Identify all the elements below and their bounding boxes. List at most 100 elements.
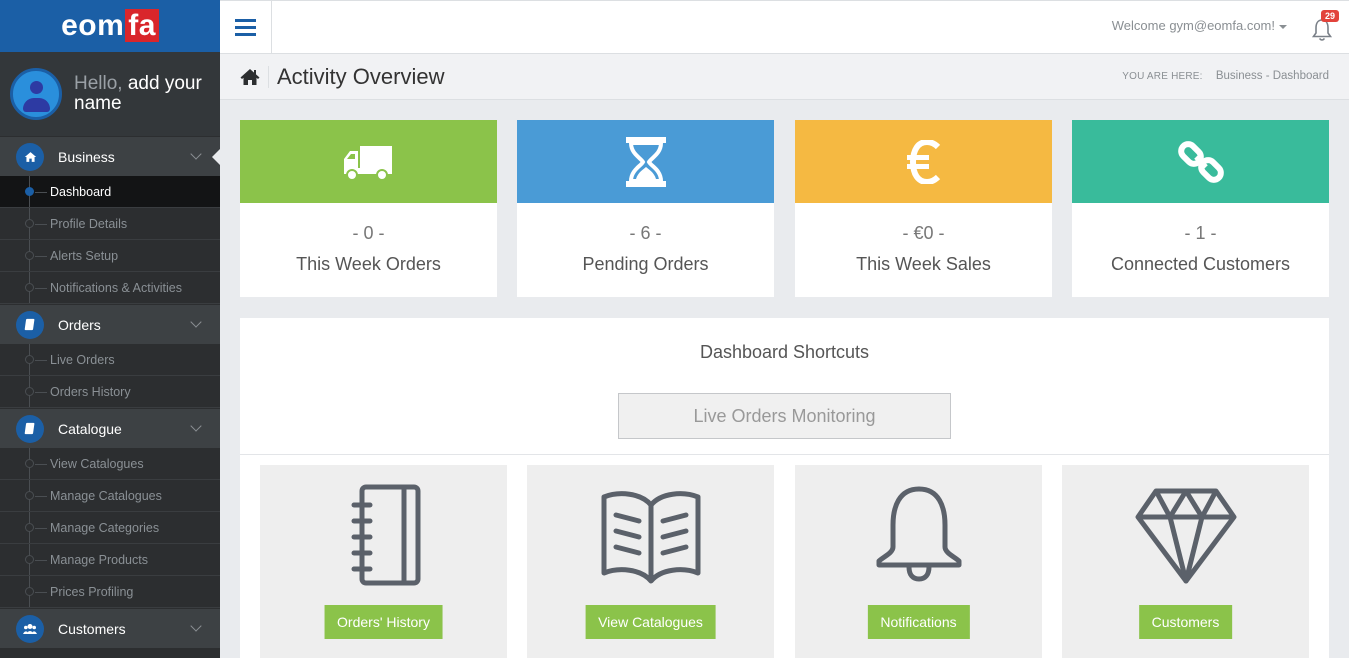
chevron-down-icon — [190, 316, 202, 328]
menu-toggle-button[interactable] — [220, 1, 272, 54]
stat-card-week-orders[interactable]: - 0 - This Week Orders — [240, 120, 497, 297]
stat-card-week-sales[interactable]: - €0 - This Week Sales — [795, 120, 1052, 297]
sidebar-item-alerts-setup[interactable]: Alerts Setup — [0, 240, 220, 272]
euro-icon — [906, 139, 940, 184]
sidebar-section-customers[interactable]: Customers — [0, 608, 220, 648]
shortcut-card-orders-history[interactable]: Orders' History — [260, 465, 507, 658]
sidebar-item-orders-history[interactable]: Orders History — [0, 376, 220, 408]
home-icon — [16, 142, 44, 171]
live-orders-monitoring-button[interactable]: Live Orders Monitoring — [618, 393, 951, 439]
stat-card-header — [517, 120, 774, 203]
stat-card-connected-customers[interactable]: - 1 - Connected Customers — [1072, 120, 1329, 297]
sidebar-item-label: Dashboard — [50, 184, 112, 199]
logo-text-left: eom — [61, 9, 125, 42]
truck-icon — [343, 145, 392, 181]
stat-label: Pending Orders — [582, 254, 709, 274]
shortcut-card-notifications[interactable]: Notifications — [795, 465, 1042, 658]
shortcut-card-view-catalogues[interactable]: View Catalogues — [527, 465, 774, 658]
sidebar-item-label: Alerts Setup — [50, 248, 119, 263]
sidebar-item-label: Manage Products — [50, 552, 148, 567]
notification-count-badge: 29 — [1321, 10, 1340, 22]
sidebar-item-live-orders[interactable]: Live Orders — [0, 344, 220, 376]
stat-value: - €0 - — [902, 223, 945, 243]
link-icon — [1177, 140, 1224, 183]
welcome-text: Welcome gym@eomfa.com! — [1111, 18, 1275, 33]
sidebar-item-view-catalogues[interactable]: View Catalogues — [0, 448, 220, 480]
sidebar-item-label: Manage Categories — [50, 520, 160, 535]
chevron-down-icon — [190, 148, 202, 160]
stat-label: This Week Sales — [856, 254, 991, 274]
stat-card-header — [240, 120, 497, 203]
sidebar-section-label: Catalogue — [58, 420, 122, 437]
shortcut-card-customers[interactable]: Customers — [1062, 465, 1309, 658]
page-title: Activity Overview — [277, 64, 445, 89]
diamond-icon — [1135, 488, 1236, 584]
sidebar-item-notifications-activities[interactable]: Notifications & Activities — [0, 272, 220, 304]
breadcrumb-prefix: YOU ARE HERE: — [1122, 71, 1203, 82]
logo[interactable]: eom fa — [61, 9, 159, 43]
breadcrumb-path[interactable]: Business - Dashboard — [1216, 70, 1329, 82]
orders-history-button[interactable]: Orders' History — [324, 605, 443, 639]
stat-value: - 1 - — [1184, 223, 1217, 243]
divider — [240, 454, 1329, 455]
stat-card-header — [795, 120, 1052, 203]
user-menu-dropdown[interactable]: Welcome gym@eomfa.com! — [1112, 18, 1287, 33]
active-pointer — [212, 149, 220, 165]
sidebar-item-label: Manage Catalogues — [50, 488, 162, 503]
avatar[interactable] — [10, 68, 62, 120]
sidebar-item-manage-products[interactable]: Manage Products — [0, 544, 220, 576]
page-header: Activity Overview YOU ARE HERE: Business… — [220, 54, 1349, 100]
sidebar-section-catalogue[interactable]: Catalogue — [0, 408, 220, 448]
users-icon — [16, 614, 44, 643]
profile-greeting: Hello, add your name — [74, 74, 202, 114]
customers-button[interactable]: Customers — [1138, 605, 1233, 639]
sidebar: eom fa Hello, add your name Business Dash… — [0, 0, 220, 658]
chevron-down-icon — [190, 620, 202, 632]
open-book-icon — [601, 491, 700, 584]
sidebar-item-label: Prices Profiling — [50, 584, 134, 599]
logo-text-right: fa — [125, 9, 159, 42]
notifications-button[interactable]: 29 — [1311, 10, 1340, 41]
sidebar-item-label: Profile Details — [50, 216, 128, 231]
greeting-name-2: name — [74, 93, 122, 114]
sidebar-section-label: Customers — [58, 620, 126, 637]
sidebar-section-business[interactable]: Business — [0, 136, 220, 176]
caret-down-icon — [1279, 24, 1287, 29]
sidebar-item-manage-catalogues[interactable]: Manage Catalogues — [0, 480, 220, 512]
book-icon — [16, 310, 44, 339]
book-icon — [16, 414, 44, 443]
bell-icon — [876, 486, 961, 582]
topbar: Welcome gym@eomfa.com! 29 — [220, 0, 1349, 54]
greeting-name-1: add your — [127, 73, 202, 94]
sidebar-section-label: Orders — [58, 316, 101, 333]
header-separator — [268, 66, 269, 88]
dashboard-shortcuts-panel: Dashboard Shortcuts Live Orders Monitori… — [240, 318, 1329, 658]
notebook-icon — [351, 484, 420, 586]
sidebar-section-orders[interactable]: Orders — [0, 304, 220, 344]
breadcrumb: YOU ARE HERE: Business - Dashboard — [1122, 70, 1329, 82]
sidebar-item-prices-profiling[interactable]: Prices Profiling — [0, 576, 220, 608]
sidebar-item-label: Notifications & Activities — [50, 280, 182, 295]
sidebar-item-dashboard[interactable]: Dashboard — [0, 176, 220, 208]
shortcuts-title: Dashboard Shortcuts — [699, 342, 870, 362]
sidebar-section-label: Business — [58, 148, 115, 165]
sidebar-item-profile-details[interactable]: Profile Details — [0, 208, 220, 240]
sidebar-item-manage-categories[interactable]: Manage Categories — [0, 512, 220, 544]
sidebar-item-label: View Catalogues — [50, 456, 144, 471]
sidebar-item-label: Live Orders — [50, 352, 115, 367]
stat-label: This Week Orders — [296, 254, 441, 274]
stat-card-pending-orders[interactable]: - 6 - Pending Orders — [517, 120, 774, 297]
sidebar-item-label: Orders History — [50, 384, 131, 399]
greeting-hello: Hello, — [74, 73, 123, 94]
stat-label: Connected Customers — [1110, 254, 1291, 274]
stat-card-header — [1072, 120, 1329, 203]
stat-value: - 0 - — [352, 223, 385, 243]
hourglass-icon — [625, 136, 666, 187]
stat-value: - 6 - — [629, 223, 662, 243]
chevron-down-icon — [190, 420, 202, 432]
notifications-button[interactable]: Notifications — [867, 605, 970, 639]
logo-bar[interactable]: eom fa — [0, 0, 220, 52]
view-catalogues-button[interactable]: View Catalogues — [585, 605, 716, 639]
home-icon[interactable] — [240, 67, 260, 87]
user-profile[interactable]: Hello, add your name — [0, 52, 220, 136]
